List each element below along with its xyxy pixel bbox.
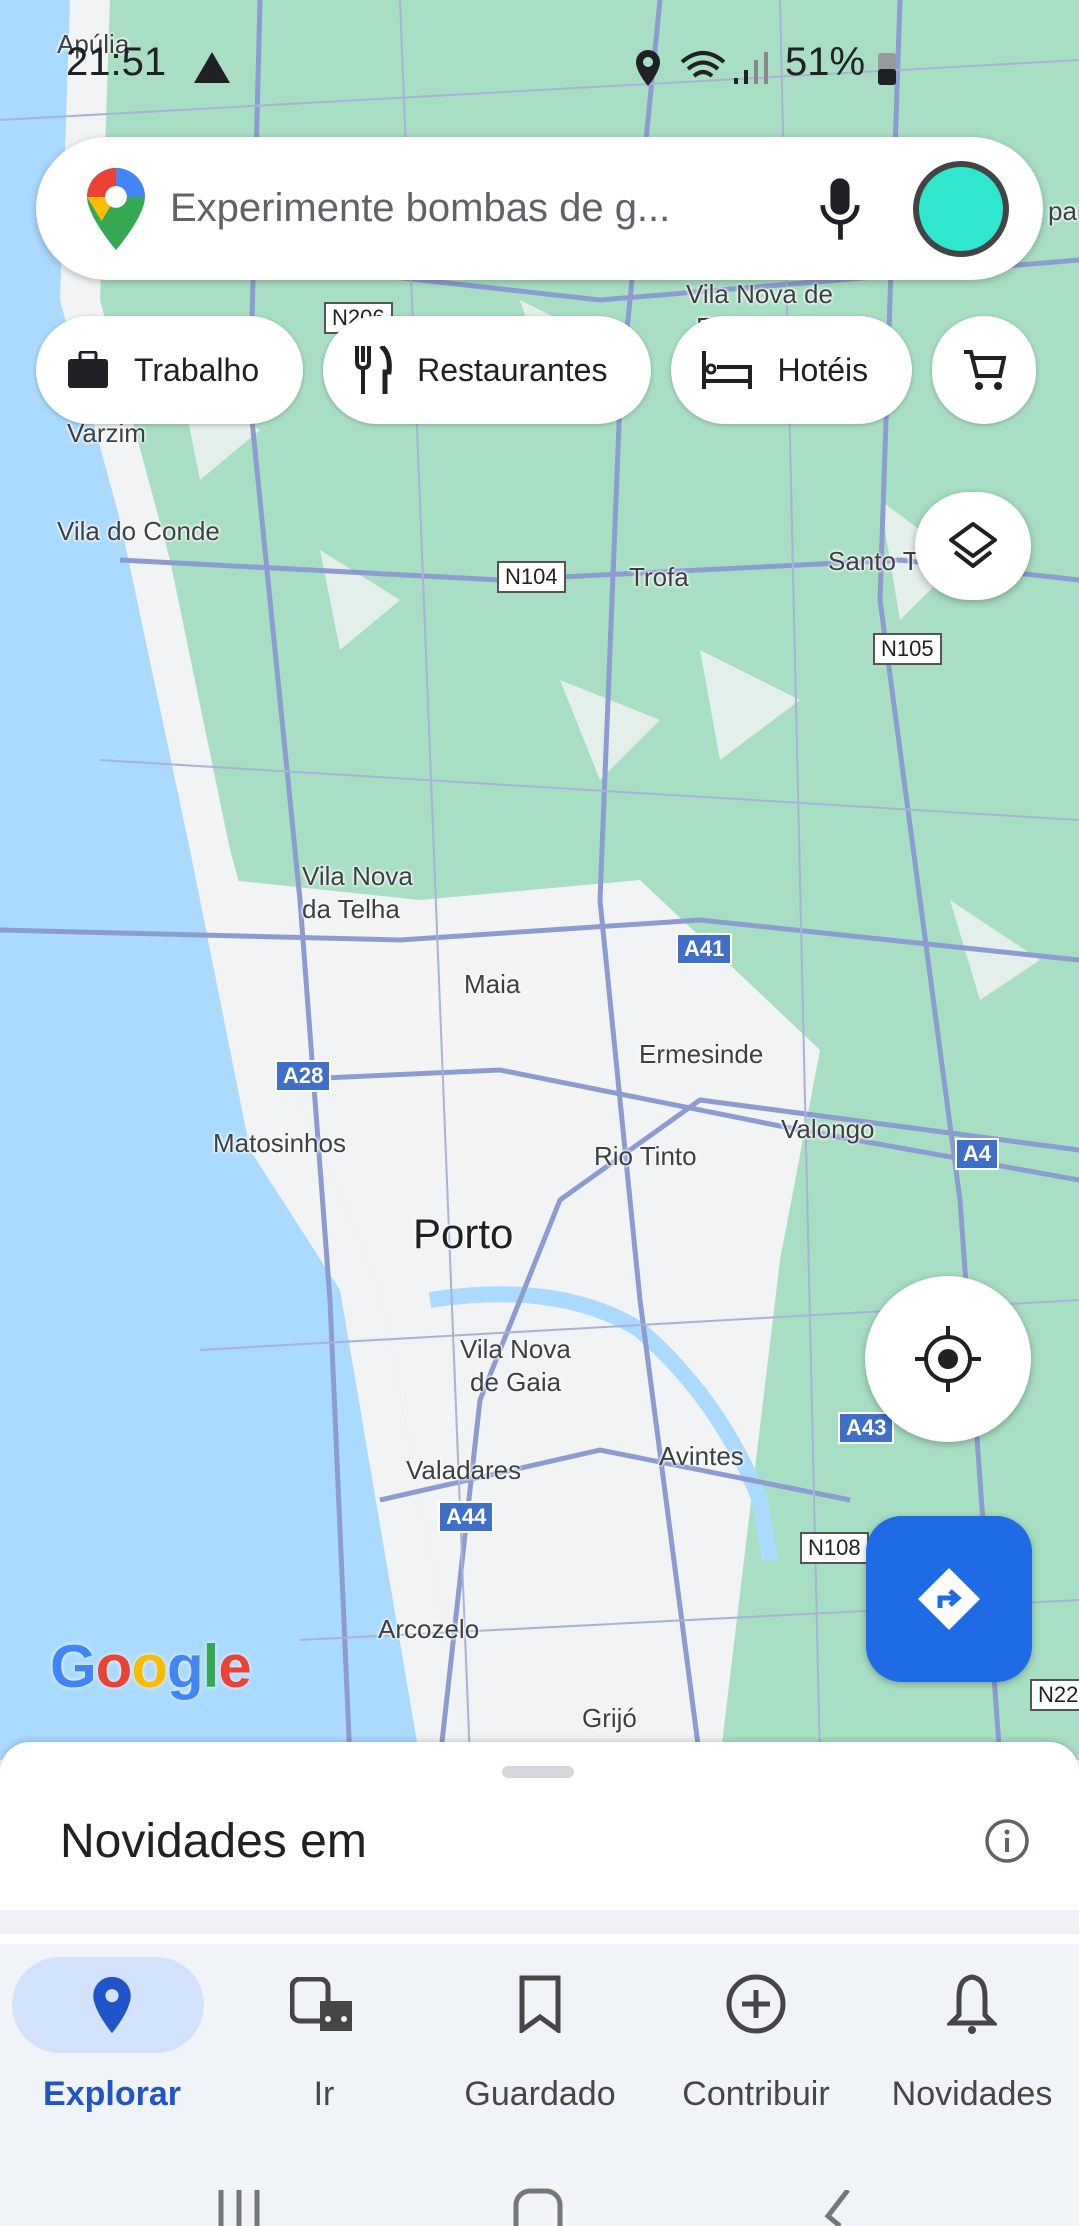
map-label: Vila do Conde (57, 516, 220, 546)
wifi-icon (680, 51, 726, 78)
avatar[interactable] (913, 160, 1009, 257)
map-label: de Gaia (470, 1367, 562, 1397)
map-label: par (1048, 196, 1079, 226)
alert-icon (194, 52, 230, 83)
battery-percent: 51% (785, 40, 866, 84)
map-label: Rio Tinto (594, 1141, 697, 1171)
chip-restaurantes[interactable]: Restaurantes (323, 316, 652, 424)
map-label: Grijó (582, 1703, 637, 1733)
chip-hoteis[interactable]: Hotéis (671, 316, 913, 424)
road-shield: N104 (497, 561, 566, 593)
bottom-sheet[interactable]: Novidades em (0, 1742, 1079, 1910)
map-label-porto: Porto (413, 1210, 514, 1257)
nav-novidades[interactable]: Novidades (864, 1957, 1079, 2113)
crosshair-icon (915, 1326, 981, 1392)
sheet-title: Novidades em (60, 1815, 367, 1868)
map-label: Avintes (659, 1441, 744, 1471)
road-shield: A43 (838, 1412, 895, 1444)
road-shield: A41 (676, 933, 733, 965)
search-input[interactable]: Experimente bombas de g... (170, 186, 817, 231)
sheet-bottom-strip (0, 1934, 1079, 1944)
map-label: Trofa (629, 562, 689, 592)
signal-icon (734, 52, 768, 84)
battery-icon (878, 53, 896, 85)
location-icon (636, 50, 660, 86)
map-label: Matosinhos (213, 1128, 346, 1158)
nav-label: Guardado (464, 2075, 616, 2113)
sheet-drag-handle[interactable] (502, 1766, 574, 1778)
bottom-navigation: Explorar Ir Guardado Contribuir Novidade… (0, 1945, 1079, 2226)
chip-label: Restaurantes (417, 351, 608, 388)
map-label: Vila Nova de (686, 279, 833, 309)
directions-icon (918, 1568, 980, 1630)
bell-icon (944, 1974, 1000, 2034)
layers-icon (949, 522, 997, 568)
cart-icon (964, 350, 1007, 390)
road-shield: N22 (1030, 1679, 1079, 1711)
nav-label: Contribuir (682, 2075, 830, 2113)
status-time: 21:51 (66, 40, 167, 84)
road-shield: A28 (275, 1060, 332, 1092)
chip-trabalho[interactable]: Trabalho (36, 316, 304, 424)
nav-contribuir[interactable]: Contribuir (648, 1957, 864, 2113)
search-bar[interactable]: Experimente bombas de g... (36, 137, 1043, 280)
recents-icon[interactable] (215, 2190, 263, 2226)
home-icon[interactable] (512, 2188, 564, 2226)
nav-label: Ir (313, 2075, 335, 2113)
chip-label: Hotéis (777, 351, 869, 388)
briefcase-icon (68, 351, 108, 388)
map-label: Arcozelo (378, 1614, 480, 1644)
nav-explorar[interactable]: Explorar (4, 1957, 220, 2113)
sheet-divider (0, 1910, 1079, 1934)
my-location-button[interactable] (865, 1276, 1031, 1442)
category-chips: Trabalho Restaurantes Hotéis (36, 316, 1037, 424)
back-icon[interactable] (820, 2190, 854, 2226)
chip-label: Trabalho (134, 351, 260, 388)
directions-button[interactable] (866, 1516, 1032, 1682)
hotel-icon (702, 351, 753, 389)
map-label: Valongo (781, 1114, 875, 1144)
nav-label: Explorar (43, 2075, 181, 2113)
map-label: Valadares (406, 1455, 522, 1485)
google-logo: Google (50, 1633, 252, 1700)
nav-guardado[interactable]: Guardado (432, 1957, 648, 2113)
map-label: Maia (464, 969, 521, 999)
road-shield: A44 (438, 1501, 495, 1533)
google-maps-logo (87, 167, 145, 250)
chip-shopping[interactable] (932, 316, 1037, 424)
add-circle-icon (726, 1974, 786, 2034)
nav-ir[interactable]: Ir (216, 1957, 432, 2113)
explore-pin-icon (93, 1976, 131, 2034)
bookmark-icon (519, 1975, 561, 2035)
map-label: Ermesinde (639, 1039, 764, 1069)
nav-label: Novidades (891, 2075, 1053, 2113)
road-shield: N105 (873, 633, 942, 665)
road-shield: A4 (955, 1138, 1000, 1170)
map-label: da Telha (302, 894, 400, 924)
map-label: Vila Nova (460, 1334, 571, 1364)
road-shield: N108 (800, 1532, 869, 1564)
info-icon[interactable] (984, 1818, 1030, 1864)
mic-icon[interactable] (817, 176, 863, 242)
map-label: Vila Nova (302, 861, 413, 891)
restaurant-icon (355, 346, 392, 394)
map-label: Santo T (828, 546, 919, 576)
layers-button[interactable] (915, 492, 1031, 600)
commute-icon (289, 1976, 352, 2031)
